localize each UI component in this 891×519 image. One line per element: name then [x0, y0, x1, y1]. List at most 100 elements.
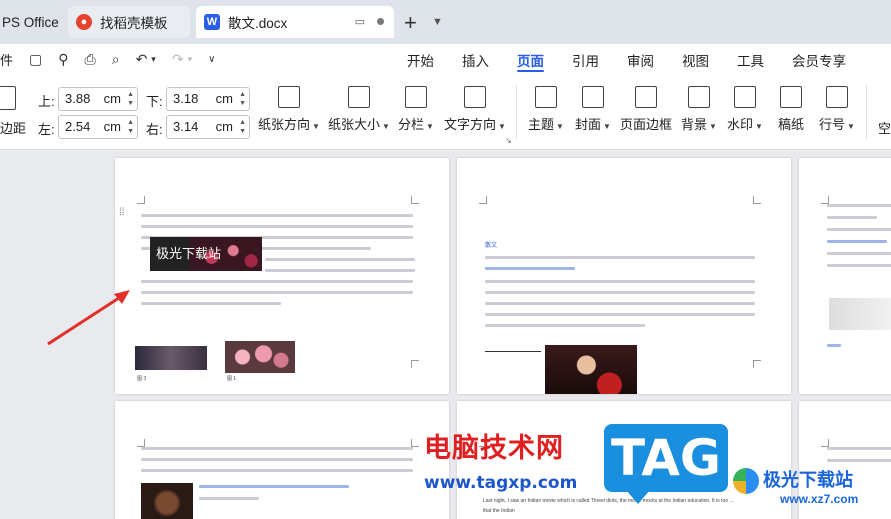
quick-access-toolbar: 件 ▢ ⚲ ⎙ ⌕ ↶ ▾ ↷ ▾ ∨	[0, 44, 215, 74]
corner-mark	[411, 439, 419, 447]
text-direction-icon	[463, 86, 486, 108]
page-border-button[interactable]: 页面边框	[620, 86, 672, 133]
menu-bar: 件 ▢ ⚲ ⎙ ⌕ ↶ ▾ ↷ ▾ ∨ 开始 插入 页面 引用 审阅 视图 工具…	[0, 44, 891, 74]
tab-insert[interactable]: 插入	[448, 44, 503, 74]
tab-member[interactable]: 会员专享	[778, 44, 860, 74]
image-caption: 图 3	[137, 376, 147, 382]
left-margin-field[interactable]: 2.54 cm ▲ ▼	[58, 115, 138, 139]
bottom-margin-field[interactable]: 3.18 cm ▲ ▼	[166, 87, 250, 111]
tag-logo: TAG	[604, 424, 728, 504]
image-caption: 图 1	[227, 376, 237, 382]
tab-start[interactable]: 开始	[393, 44, 448, 74]
file-menu-partial[interactable]: 件	[0, 50, 13, 69]
text-line	[827, 240, 887, 243]
drag-handle-icon[interactable]: ⁞⁞	[119, 208, 125, 218]
cover-button[interactable]: 封面 ▼	[575, 86, 611, 133]
paper-size-button[interactable]: 纸张大小 ▼	[328, 86, 390, 133]
page-1[interactable]: 图 3 图 1	[115, 158, 449, 394]
image-girl[interactable]	[545, 345, 637, 394]
link-icon[interactable]: ⚲	[58, 51, 68, 68]
corner-mark	[821, 196, 829, 204]
redo-icon[interactable]: ↷	[172, 51, 184, 68]
new-tab-button[interactable]: +	[404, 10, 417, 36]
margins-icon[interactable]	[0, 86, 16, 110]
corner-mark	[411, 196, 419, 204]
spinner-icon[interactable]: ▲ ▼	[239, 90, 246, 108]
text-line	[827, 216, 877, 219]
text-line	[485, 256, 755, 259]
trailing-button-partial[interactable]: 空	[878, 118, 891, 137]
xz-watermark-url: www.xz7.com	[780, 492, 859, 506]
watermark-button[interactable]: 水印 ▼	[727, 86, 763, 133]
line-number-button[interactable]: 行号 ▼	[819, 86, 855, 133]
tab-reference[interactable]: 引用	[558, 44, 613, 74]
columns-button[interactable]: 分栏 ▼	[398, 86, 434, 133]
text-line	[141, 280, 413, 283]
manuscript-icon	[780, 86, 802, 108]
top-label: 上:	[38, 94, 55, 109]
orientation-button[interactable]: 纸张方向 ▼	[258, 86, 320, 133]
corner-mark	[821, 439, 829, 447]
tab-page[interactable]: 页面	[503, 44, 558, 74]
chevron-down-icon[interactable]: ▾	[151, 54, 156, 65]
page-2[interactable]: 散文	[457, 158, 791, 394]
text-line	[199, 485, 349, 488]
text-line	[141, 469, 413, 472]
top-margin-field[interactable]: 3.88 cm ▲ ▼	[58, 87, 138, 111]
tab-review[interactable]: 审阅	[613, 44, 668, 74]
manuscript-button[interactable]: 稿纸	[778, 86, 804, 133]
spinner-icon[interactable]: ▲ ▼	[127, 118, 134, 136]
text-line	[485, 280, 755, 283]
text-line	[485, 291, 755, 294]
save-icon[interactable]: ▢	[29, 51, 42, 68]
right-margin-field[interactable]: 3.14 cm ▲ ▼	[166, 115, 250, 139]
spinner-icon[interactable]: ▲ ▼	[239, 118, 246, 136]
word-doc-icon: W	[204, 14, 220, 30]
background-button[interactable]: 背景 ▼	[681, 86, 717, 133]
watermark-url: www.tagxp.com	[424, 473, 578, 493]
chevron-down-icon[interactable]: ▾	[188, 54, 193, 65]
page-3[interactable]	[799, 158, 891, 394]
overlay-text: 极光下载站	[156, 246, 222, 261]
image-thumbnail[interactable]	[829, 298, 891, 330]
page-4[interactable]	[115, 401, 449, 519]
cover-icon	[581, 86, 604, 108]
print-icon[interactable]: ⎙	[85, 51, 96, 68]
spinner-icon[interactable]: ▲ ▼	[127, 90, 134, 108]
tab-view[interactable]: 视图	[668, 44, 723, 74]
orientation-icon	[277, 86, 300, 108]
preview-icon[interactable]: ⌕	[112, 51, 120, 68]
corner-mark	[137, 196, 145, 204]
page-border-icon	[635, 86, 657, 108]
image-night-tree[interactable]	[141, 483, 193, 519]
left-label: 左:	[38, 122, 55, 137]
dialog-launcher-icon[interactable]: ↘	[505, 136, 512, 145]
image-roses[interactable]	[225, 341, 295, 373]
undo-icon[interactable]: ↶	[136, 51, 148, 68]
text-line	[485, 302, 755, 305]
tab-wps-office[interactable]: PS Office	[0, 6, 62, 38]
bottom-label: 下:	[146, 94, 163, 109]
text-line	[141, 291, 413, 294]
tab-label: 散文.docx	[228, 16, 288, 31]
watermark-icon	[733, 86, 756, 108]
chevron-down-icon[interactable]: ▼	[432, 16, 443, 28]
unsaved-dot-icon	[377, 18, 384, 25]
text-line	[485, 313, 755, 316]
text-line	[827, 447, 891, 450]
tab-template[interactable]: ● 找稻壳模板	[68, 6, 190, 38]
image-dark-street[interactable]	[135, 346, 207, 370]
tab-tools[interactable]: 工具	[723, 44, 778, 74]
text-direction-button[interactable]: 文字方向 ▼	[444, 86, 506, 133]
theme-button[interactable]: 主题 ▼	[528, 86, 564, 133]
margins-label[interactable]: 边距	[0, 118, 26, 137]
text-line	[141, 225, 413, 228]
text-line	[141, 447, 413, 450]
ribbon-tabs: 开始 插入 页面 引用 审阅 视图 工具 会员专享	[393, 44, 860, 74]
more-chevron-icon[interactable]: ∨	[208, 54, 215, 65]
text-line	[485, 324, 645, 327]
corner-mark	[137, 439, 145, 447]
tab-document[interactable]: W 散文.docx ▭	[196, 6, 394, 38]
page-heading: 散文	[485, 243, 498, 249]
screen-icon[interactable]: ▭	[355, 15, 365, 28]
